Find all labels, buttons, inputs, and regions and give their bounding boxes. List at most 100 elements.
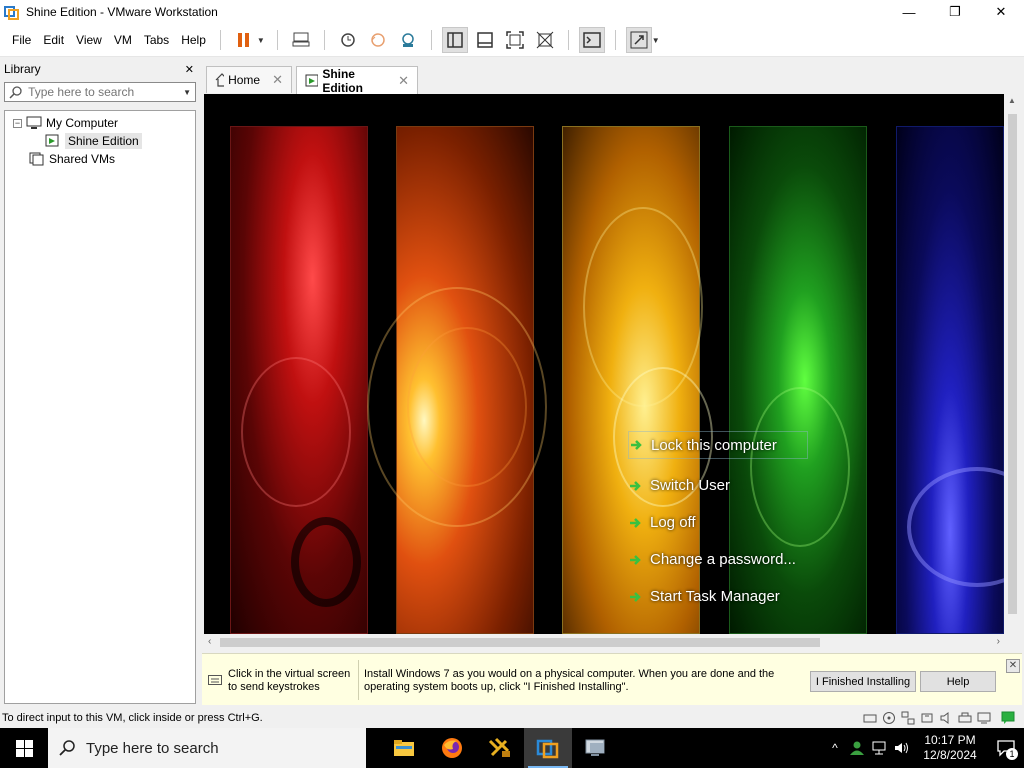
usb-icon[interactable]: [919, 710, 935, 726]
horizontal-scroll-thumb[interactable]: [220, 638, 820, 647]
revert-snapshot-button[interactable]: [365, 27, 391, 53]
collapse-icon[interactable]: −: [13, 118, 22, 128]
keystroke-hint: Click in the virtual screen to send keys…: [228, 668, 351, 693]
display-icon[interactable]: [976, 710, 992, 726]
network-adapter-icon[interactable]: [900, 710, 916, 726]
vmware-icon: [536, 739, 559, 759]
change-password-option[interactable]: Change a password...: [628, 541, 812, 578]
install-message: Install Windows 7 as you would on a phys…: [364, 668, 775, 693]
snapshot-manager-button[interactable]: [395, 27, 421, 53]
toolbar-separator: [219, 30, 221, 50]
tree-label: Shine Edition: [65, 133, 142, 149]
user-account-icon[interactable]: [846, 728, 868, 768]
vertical-scroll-thumb[interactable]: [1008, 114, 1017, 614]
lock-computer-option[interactable]: Lock this computer: [628, 431, 808, 459]
menu-edit[interactable]: Edit: [37, 24, 70, 57]
tab-label: Home: [228, 73, 261, 87]
library-search-input[interactable]: [28, 85, 184, 99]
maximize-button[interactable]: ❐: [932, 0, 978, 24]
taskbar-firefox[interactable]: [428, 728, 476, 768]
vm-console-screen[interactable]: Lock this computer Switch User Log off C…: [204, 94, 1004, 634]
snapshot-manager-icon: [402, 33, 414, 47]
notification-count: 1: [1006, 748, 1018, 760]
system-tray: ^ 10:17 PM 12/8/2024 1: [824, 728, 1024, 768]
tree-label: My Computer: [46, 116, 119, 130]
vm-icon: [45, 134, 61, 148]
menu-tabs[interactable]: Tabs: [138, 24, 175, 57]
green-arrow-icon: [628, 515, 644, 531]
clock-date: 12/8/2024: [923, 748, 977, 762]
taskbar-tools-app[interactable]: [476, 728, 524, 768]
pause-button[interactable]: [231, 27, 257, 53]
switch-user-option[interactable]: Switch User: [628, 467, 812, 504]
green-arrow-icon: [628, 552, 644, 568]
toolbar-separator: [614, 30, 616, 50]
thumbnail-bar-button[interactable]: [472, 27, 498, 53]
unity-icon: [536, 31, 554, 49]
search-dropdown-icon[interactable]: ▼: [183, 88, 191, 97]
network-icon[interactable]: [868, 728, 890, 768]
menu-view[interactable]: View: [70, 24, 108, 57]
search-icon: [59, 740, 75, 756]
minimize-button[interactable]: —: [886, 0, 932, 24]
sound-card-icon[interactable]: [938, 710, 954, 726]
home-icon: [215, 73, 225, 87]
info-bar-close-icon[interactable]: ✕: [1006, 659, 1020, 673]
power-dropdown-icon[interactable]: ▼: [257, 36, 265, 45]
library-view-icon: [447, 32, 463, 48]
menu-help[interactable]: Help: [175, 24, 212, 57]
start-button[interactable]: [0, 728, 48, 768]
action-center-button[interactable]: 1: [988, 728, 1024, 768]
taskbar-search-box[interactable]: Type here to search: [48, 728, 366, 768]
tab-home[interactable]: Home ✕: [206, 66, 292, 93]
close-window-button[interactable]: ✕: [978, 0, 1024, 24]
hard-disk-icon[interactable]: [862, 710, 878, 726]
toolbar-separator: [430, 30, 432, 50]
full-screen-button[interactable]: [502, 27, 528, 53]
cd-dvd-icon[interactable]: [881, 710, 897, 726]
wallpaper-panel-red: [230, 126, 368, 634]
start-task-manager-option[interactable]: Start Task Manager: [628, 578, 812, 615]
console-icon: [583, 32, 601, 48]
tree-item-my-computer[interactable]: − My Computer: [5, 114, 195, 132]
taskbar-file-explorer[interactable]: [380, 728, 428, 768]
taskbar-vmware-workstation[interactable]: [524, 728, 572, 768]
unity-button[interactable]: [532, 27, 558, 53]
close-tab-icon[interactable]: ✕: [398, 73, 409, 89]
console-view-button[interactable]: [578, 27, 605, 53]
stretch-dropdown-icon[interactable]: ▼: [652, 36, 660, 45]
option-label: Start Task Manager: [650, 588, 780, 605]
show-library-button[interactable]: [441, 27, 468, 53]
tab-label: Shine Edition: [322, 66, 363, 95]
message-log-icon[interactable]: [1000, 710, 1016, 726]
scroll-up-arrow-icon[interactable]: ▲: [1008, 96, 1016, 105]
help-button[interactable]: Help: [920, 671, 996, 692]
toolbar-separator: [567, 30, 569, 50]
i-finished-installing-button[interactable]: I Finished Installing: [810, 671, 916, 692]
library-close-icon[interactable]: ✕: [185, 63, 194, 76]
menu-vm[interactable]: VM: [108, 24, 138, 57]
taskbar-clock[interactable]: 10:17 PM 12/8/2024: [916, 733, 984, 763]
tab-shine-edition[interactable]: Shine Edition ✕: [296, 66, 418, 95]
show-hidden-icons-button[interactable]: ^: [824, 728, 846, 768]
tree-item-shared-vms[interactable]: Shared VMs: [5, 150, 195, 168]
close-tab-icon[interactable]: ✕: [272, 72, 283, 88]
toolbar-separator: [323, 30, 325, 50]
volume-icon[interactable]: [890, 728, 912, 768]
green-arrow-icon: [628, 478, 644, 494]
taskbar-remote-desktop[interactable]: [572, 728, 620, 768]
window-title: Shine Edition - VMware Workstation: [26, 5, 218, 19]
snapshot-button[interactable]: [335, 27, 361, 53]
log-off-option[interactable]: Log off: [628, 504, 812, 541]
tree-item-shine-edition[interactable]: Shine Edition: [5, 132, 195, 150]
send-ctrl-alt-del-button[interactable]: [288, 27, 314, 53]
scroll-right-arrow-icon[interactable]: ›: [997, 636, 1000, 647]
library-search[interactable]: ▼: [4, 82, 196, 102]
vertical-scrollbar[interactable]: ▲: [1004, 94, 1021, 634]
horizontal-scrollbar[interactable]: ‹ ›: [204, 634, 1004, 651]
stretch-guest-button[interactable]: [625, 27, 652, 53]
scroll-left-arrow-icon[interactable]: ‹: [208, 636, 211, 647]
folder-icon: [394, 740, 414, 756]
menu-file[interactable]: File: [0, 24, 37, 57]
printer-icon[interactable]: [957, 710, 973, 726]
